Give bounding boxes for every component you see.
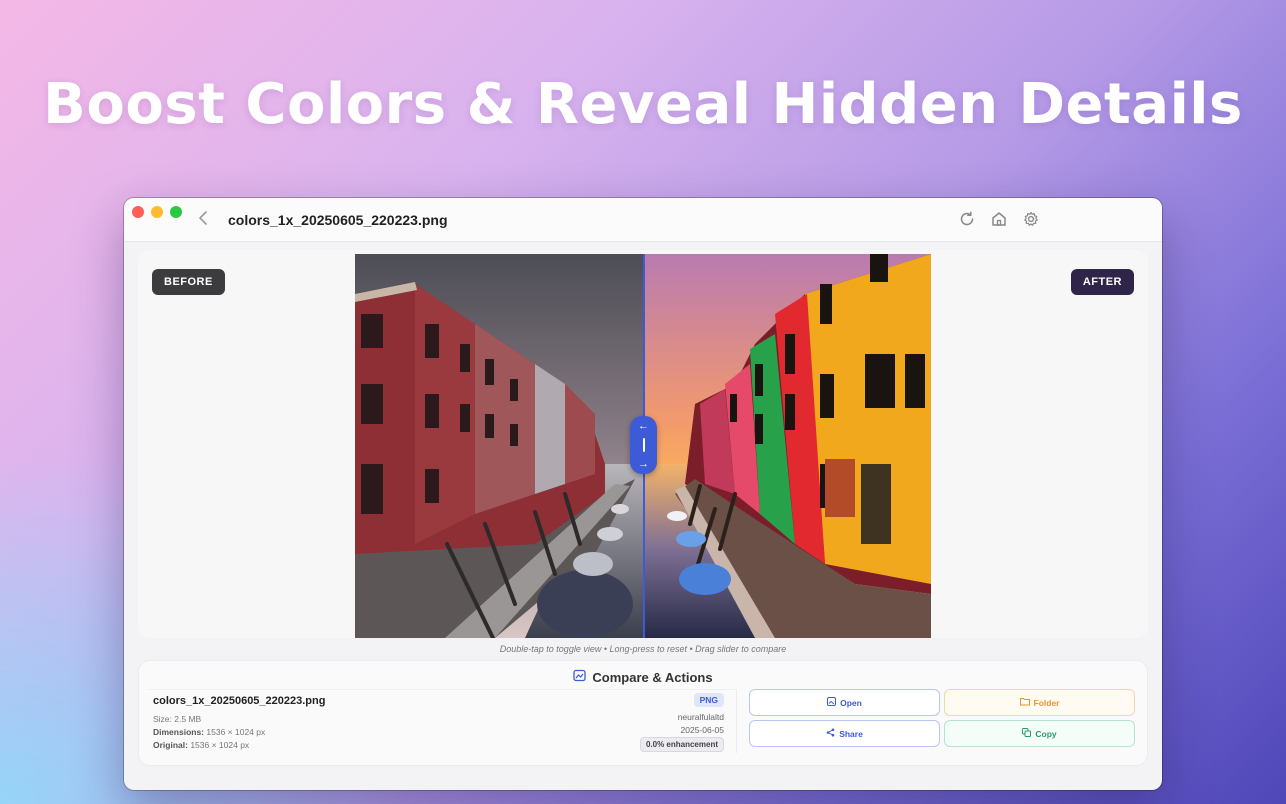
share-button-label: Share [839, 728, 863, 739]
file-original-label: Original: [153, 740, 188, 750]
minimize-window-button[interactable] [151, 206, 163, 218]
arrow-left-icon: ← [638, 420, 649, 432]
file-size-label: Size: [153, 714, 172, 724]
chevron-left-icon[interactable] [198, 210, 208, 231]
panel-title-text: Compare & Actions [592, 669, 713, 685]
titlebar: colors_1x_20250605_220223.png [124, 198, 1162, 242]
file-dimensions-label: Dimensions: [153, 727, 205, 737]
enhancement-badge: 0.0% enhancement [639, 737, 724, 752]
file-original-row: Original: 1536 × 1024 px [153, 740, 249, 750]
file-size-row: Size: 2.5 MB [153, 714, 201, 724]
headline: Boost Colors & Reveal Hidden Details [43, 72, 1243, 137]
actions-panel: Compare & Actions colors_1x_20250605_220… [138, 660, 1148, 766]
compare-slider-handle[interactable]: ← → [630, 416, 657, 474]
refresh-icon[interactable] [958, 210, 976, 228]
window-title: colors_1x_20250605_220223.png [228, 212, 448, 228]
compare-icon [573, 669, 587, 685]
zoom-window-button[interactable] [170, 206, 182, 218]
copy-icon [1022, 728, 1032, 739]
open-button-label: Open [840, 697, 862, 708]
open-button[interactable]: Open [749, 689, 940, 716]
panel-title: Compare & Actions [139, 669, 1147, 685]
file-dimensions-value: 1536 × 1024 px [206, 727, 266, 737]
format-badge: PNG [693, 693, 724, 707]
compare-image[interactable]: ← → [355, 254, 931, 638]
before-badge: BEFORE [152, 269, 225, 295]
file-date: 2025-06-05 [680, 725, 724, 735]
compare-canvas: BEFORE AFTER ← → [138, 250, 1148, 638]
copy-button-label: Copy [1035, 728, 1057, 739]
file-size-value: 2.5 MB [174, 714, 202, 724]
compare-hint: Double-tap to toggle view • Long-press t… [499, 644, 787, 654]
image-icon [827, 697, 837, 708]
window-controls [132, 206, 182, 218]
share-icon [826, 728, 835, 739]
home-icon[interactable] [990, 210, 1008, 228]
folder-icon [1019, 697, 1030, 708]
share-button[interactable]: Share [749, 720, 940, 747]
folder-button-label: Folder [1033, 697, 1060, 708]
after-badge: AFTER [1070, 269, 1134, 295]
gear-icon[interactable] [1022, 210, 1040, 228]
arrow-right-icon: → [638, 458, 649, 470]
app-window: colors_1x_20250605_220223.png BEFORE AFT… [124, 198, 1162, 790]
file-info: colors_1x_20250605_220223.png Size: 2.5 … [147, 689, 737, 753]
action-buttons: Open Folder Share Copy [749, 689, 1135, 747]
file-original-value: 1536 × 1024 px [190, 740, 250, 750]
file-name: colors_1x_20250605_220223.png [153, 695, 326, 707]
file-dimensions-row: Dimensions: 1536 × 1024 px [153, 727, 265, 737]
file-author: neuralfulaltd [677, 712, 724, 722]
copy-button[interactable]: Copy [944, 720, 1135, 747]
close-window-button[interactable] [132, 206, 144, 218]
folder-button[interactable]: Folder [944, 689, 1135, 716]
